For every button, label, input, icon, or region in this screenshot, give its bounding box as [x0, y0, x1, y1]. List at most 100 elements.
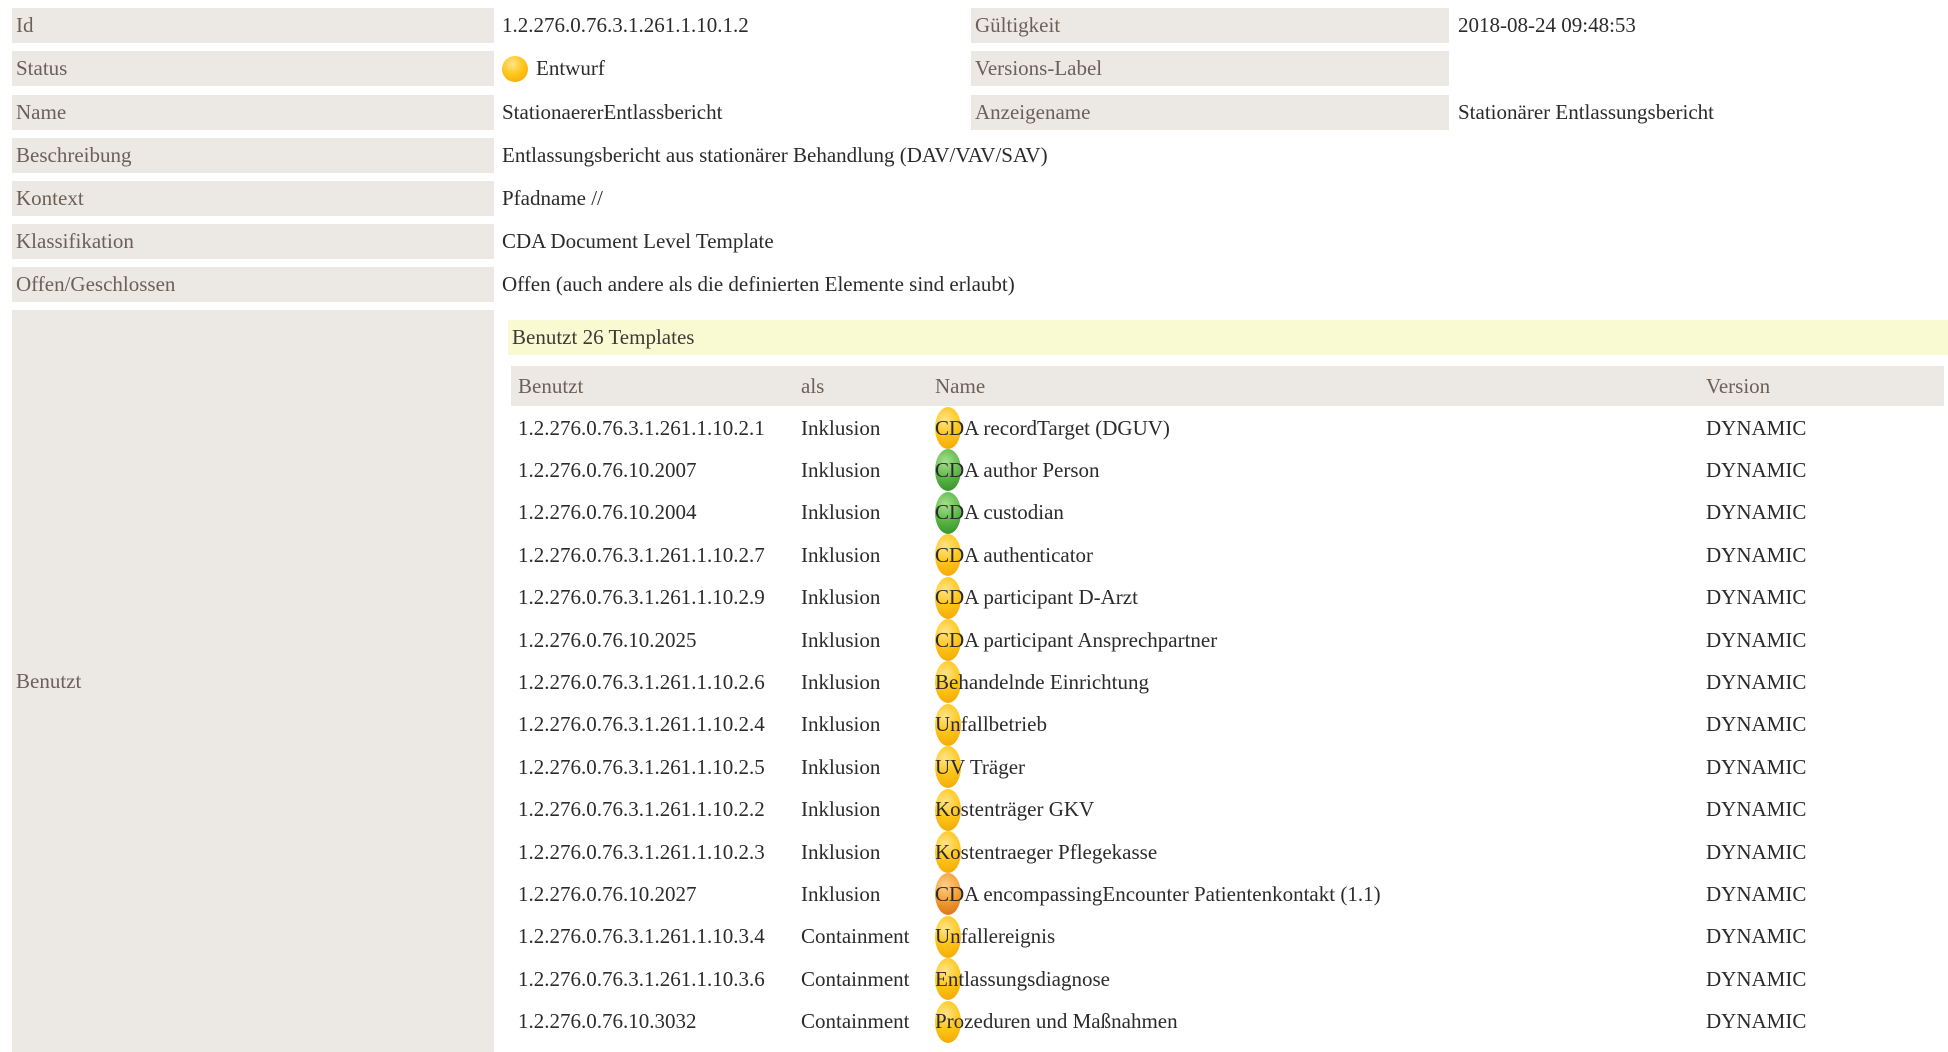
template-name[interactable]: CDA participant D-Arzt: [935, 577, 1138, 619]
table-row[interactable]: 1.2.276.0.76.3.1.261.1.10.3.6 Containment…: [511, 958, 1944, 1001]
template-id[interactable]: 1.2.276.0.76.3.1.261.1.10.2.2: [518, 789, 765, 831]
template-detail-page: Id 1.2.276.0.76.3.1.261.1.10.1.2 Gültigk…: [0, 0, 1948, 1052]
template-version: DYNAMIC: [1706, 542, 1807, 567]
context-label: Kontext: [12, 181, 494, 216]
template-id[interactable]: 1.2.276.0.76.10.2004: [518, 492, 697, 534]
table-row[interactable]: 1.2.276.0.76.3.1.261.1.10.2.1 Inklusion CD…: [511, 407, 1944, 449]
template-id[interactable]: 1.2.276.0.76.10.2027: [518, 873, 697, 915]
template-relation: Inklusion: [801, 500, 881, 525]
status-draft-icon: [502, 55, 528, 82]
template-id[interactable]: 1.2.276.0.76.3.1.261.1.10.2.4: [518, 704, 765, 746]
template-name[interactable]: CDA authenticator: [935, 534, 1093, 576]
status-label: Status: [12, 51, 494, 86]
template-name[interactable]: Behandelnde Einrichtung: [935, 661, 1149, 703]
template-relation: Inklusion: [801, 797, 881, 822]
template-relation: Inklusion: [801, 754, 881, 779]
template-version: DYNAMIC: [1706, 966, 1807, 991]
template-relation: Inklusion: [801, 415, 881, 440]
template-relation: Inklusion: [801, 881, 881, 906]
template-id[interactable]: 1.2.276.0.76.3.1.261.1.10.2.5: [518, 746, 765, 788]
id-value: 1.2.276.0.76.3.1.261.1.10.1.2: [502, 13, 749, 37]
template-id[interactable]: 1.2.276.0.76.3.1.261.1.10.3.4: [518, 916, 765, 958]
template-id[interactable]: 1.2.276.0.76.10.3032: [518, 1001, 697, 1043]
template-name[interactable]: CDA recordTarget (DGUV): [935, 407, 1170, 449]
id-label: Id: [12, 8, 494, 43]
template-name[interactable]: CDA author Person: [935, 449, 1100, 491]
template-id[interactable]: 1.2.276.0.76.3.1.261.1.10.3.6: [518, 958, 765, 1000]
template-relation: Containment: [801, 924, 910, 949]
table-row[interactable]: 1.2.276.0.76.10.2007 Inklusion CDA author …: [511, 449, 1944, 492]
template-relation: Inklusion: [801, 627, 881, 652]
table-row[interactable]: 1.2.276.0.76.3.1.261.1.10.2.2 Inklusion Ko…: [511, 788, 1944, 831]
template-id[interactable]: 1.2.276.0.76.10.2025: [518, 619, 697, 661]
template-id[interactable]: 1.2.276.0.76.10.2007: [518, 449, 697, 491]
display-name-label: Anzeigename: [971, 95, 1449, 130]
name-label: Name: [12, 95, 494, 130]
open-closed-label: Offen/Geschlossen: [12, 267, 494, 302]
validity-label: Gültigkeit: [971, 8, 1449, 43]
table-row[interactable]: 1.2.276.0.76.10.2025 Inklusion CDA partici…: [511, 619, 1944, 661]
template-relation: Containment: [801, 1009, 910, 1034]
version-label: Versions-Label: [971, 51, 1449, 86]
template-name[interactable]: Prozeduren und Maßnahmen: [935, 1001, 1178, 1043]
template-relation: Inklusion: [801, 839, 881, 864]
template-relation: Inklusion: [801, 457, 881, 482]
header-version: Version: [1706, 373, 1771, 398]
table-row[interactable]: 1.2.276.0.76.3.1.261.1.10.2.5 Inklusion UV…: [511, 746, 1944, 789]
template-version: DYNAMIC: [1706, 754, 1807, 779]
classification-label: Klassifikation: [12, 224, 494, 259]
template-name[interactable]: CDA custodian: [935, 492, 1064, 534]
template-relation: Containment: [801, 966, 910, 991]
validity-value: 2018-08-24 09:48:53: [1458, 13, 1636, 37]
template-name[interactable]: UV Träger: [935, 746, 1025, 788]
table-row[interactable]: 1.2.276.0.76.3.1.261.1.10.2.7 Inklusion CD…: [511, 534, 1944, 577]
table-row[interactable]: 1.2.276.0.76.3.1.261.1.10.3.4 Containment…: [511, 915, 1944, 958]
template-version: DYNAMIC: [1706, 881, 1807, 906]
description-value: Entlassungsbericht aus stationärer Behan…: [502, 143, 1048, 167]
template-id[interactable]: 1.2.276.0.76.3.1.261.1.10.2.6: [518, 661, 765, 703]
uses-table-header: Benutzt als Name Version: [511, 366, 1944, 406]
name-value: StationaererEntlassbericht: [502, 100, 723, 124]
table-row[interactable]: 1.2.276.0.76.3.1.261.1.10.2.9 Inklusion CD…: [511, 576, 1944, 619]
template-version: DYNAMIC: [1706, 797, 1807, 822]
template-name[interactable]: Kostentraeger Pflegekasse: [935, 831, 1157, 873]
template-version: DYNAMIC: [1706, 839, 1807, 864]
template-id[interactable]: 1.2.276.0.76.3.1.261.1.10.2.3: [518, 831, 765, 873]
template-version: DYNAMIC: [1706, 500, 1807, 525]
template-name[interactable]: Unfallereignis: [935, 916, 1055, 958]
table-row[interactable]: 1.2.276.0.76.10.3032 Containment Prozedure…: [511, 1000, 1944, 1043]
description-label: Beschreibung: [12, 138, 494, 173]
status-text: Entwurf: [536, 56, 605, 80]
open-closed-value: Offen (auch andere als die definierten E…: [502, 272, 1015, 296]
classification-value: CDA Document Level Template: [502, 229, 774, 253]
table-row[interactable]: 1.2.276.0.76.3.1.261.1.10.2.6 Inklusion Be…: [511, 661, 1944, 704]
template-version: DYNAMIC: [1706, 712, 1807, 737]
status-value: Entwurf: [502, 51, 605, 86]
template-version: DYNAMIC: [1706, 585, 1807, 610]
template-name[interactable]: Unfallbetrieb: [935, 704, 1047, 746]
header-name: Name: [935, 373, 986, 398]
template-name[interactable]: Kostenträger GKV: [935, 789, 1094, 831]
template-id[interactable]: 1.2.276.0.76.3.1.261.1.10.2.9: [518, 577, 765, 619]
template-id[interactable]: 1.2.276.0.76.3.1.261.1.10.2.7: [518, 534, 765, 576]
template-name[interactable]: CDA encompassingEncounter Patientenkonta…: [935, 873, 1381, 915]
header-used: Benutzt: [518, 373, 584, 398]
template-relation: Inklusion: [801, 712, 881, 737]
template-relation: Inklusion: [801, 585, 881, 610]
template-name[interactable]: Entlassungsdiagnose: [935, 958, 1110, 1000]
template-name[interactable]: CDA participant Ansprechpartner: [935, 619, 1217, 661]
template-relation: Inklusion: [801, 542, 881, 567]
table-row[interactable]: 1.2.276.0.76.3.1.261.1.10.2.4 Inklusion Un…: [511, 703, 1944, 746]
table-row[interactable]: 1.2.276.0.76.10.2004 Inklusion CDA custodi…: [511, 491, 1944, 534]
table-row[interactable]: 1.2.276.0.76.3.1.261.1.10.2.3 Inklusion Ko…: [511, 831, 1944, 873]
template-version: DYNAMIC: [1706, 924, 1807, 949]
template-relation: Inklusion: [801, 669, 881, 694]
template-version: DYNAMIC: [1706, 457, 1807, 482]
uses-label: Benutzt: [12, 310, 494, 1052]
template-id[interactable]: 1.2.276.0.76.3.1.261.1.10.2.1: [518, 407, 765, 449]
display-name-value: Stationärer Entlassungsbericht: [1458, 100, 1715, 124]
template-version: DYNAMIC: [1706, 1009, 1807, 1034]
table-row[interactable]: 1.2.276.0.76.10.2027 Inklusion CDA encompa…: [511, 873, 1944, 916]
template-version: DYNAMIC: [1706, 415, 1807, 440]
template-version: DYNAMIC: [1706, 627, 1807, 652]
